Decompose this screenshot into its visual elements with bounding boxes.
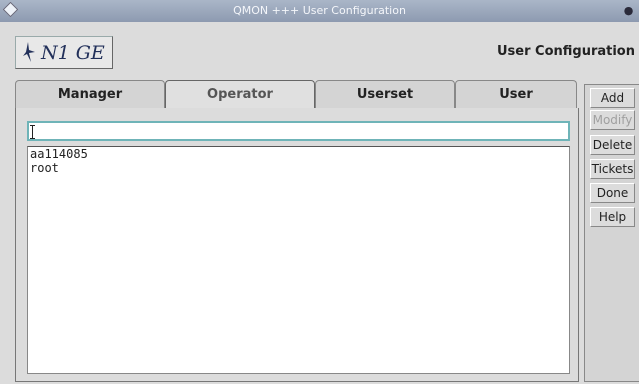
logo: N1 GE (15, 36, 113, 69)
done-button[interactable]: Done (590, 183, 635, 203)
logo-text: N1 GE (41, 42, 105, 64)
tab-manager[interactable]: Manager (15, 80, 165, 108)
window-title: QMON +++ User Configuration (233, 4, 406, 17)
delete-button[interactable]: Delete (590, 135, 635, 155)
add-button[interactable]: Add (590, 88, 635, 108)
header: N1 GE User Configuration (0, 22, 639, 80)
help-button[interactable]: Help (590, 207, 635, 227)
operator-input[interactable] (27, 121, 570, 141)
text-cursor (30, 125, 35, 139)
action-button-panel: Add Modify Delete Tickets Done Help (584, 84, 639, 382)
main-panel: Manager Operator Userset User aa114085 r… (15, 80, 579, 382)
list-item[interactable]: aa114085 (28, 147, 569, 161)
tab-user[interactable]: User (455, 80, 577, 108)
tab-userset[interactable]: Userset (315, 80, 455, 108)
title-bar: QMON +++ User Configuration ● (0, 0, 639, 22)
logo-mark-icon (23, 42, 35, 62)
modify-button[interactable]: Modify (590, 110, 635, 130)
list-item[interactable]: root (28, 161, 569, 175)
tab-operator[interactable]: Operator (165, 80, 315, 110)
tickets-button[interactable]: Tickets (590, 159, 635, 179)
close-icon[interactable]: ● (621, 3, 636, 18)
tab-content: aa114085 root (15, 108, 579, 382)
page-title: User Configuration (496, 44, 635, 59)
operator-list[interactable]: aa114085 root (27, 146, 570, 374)
